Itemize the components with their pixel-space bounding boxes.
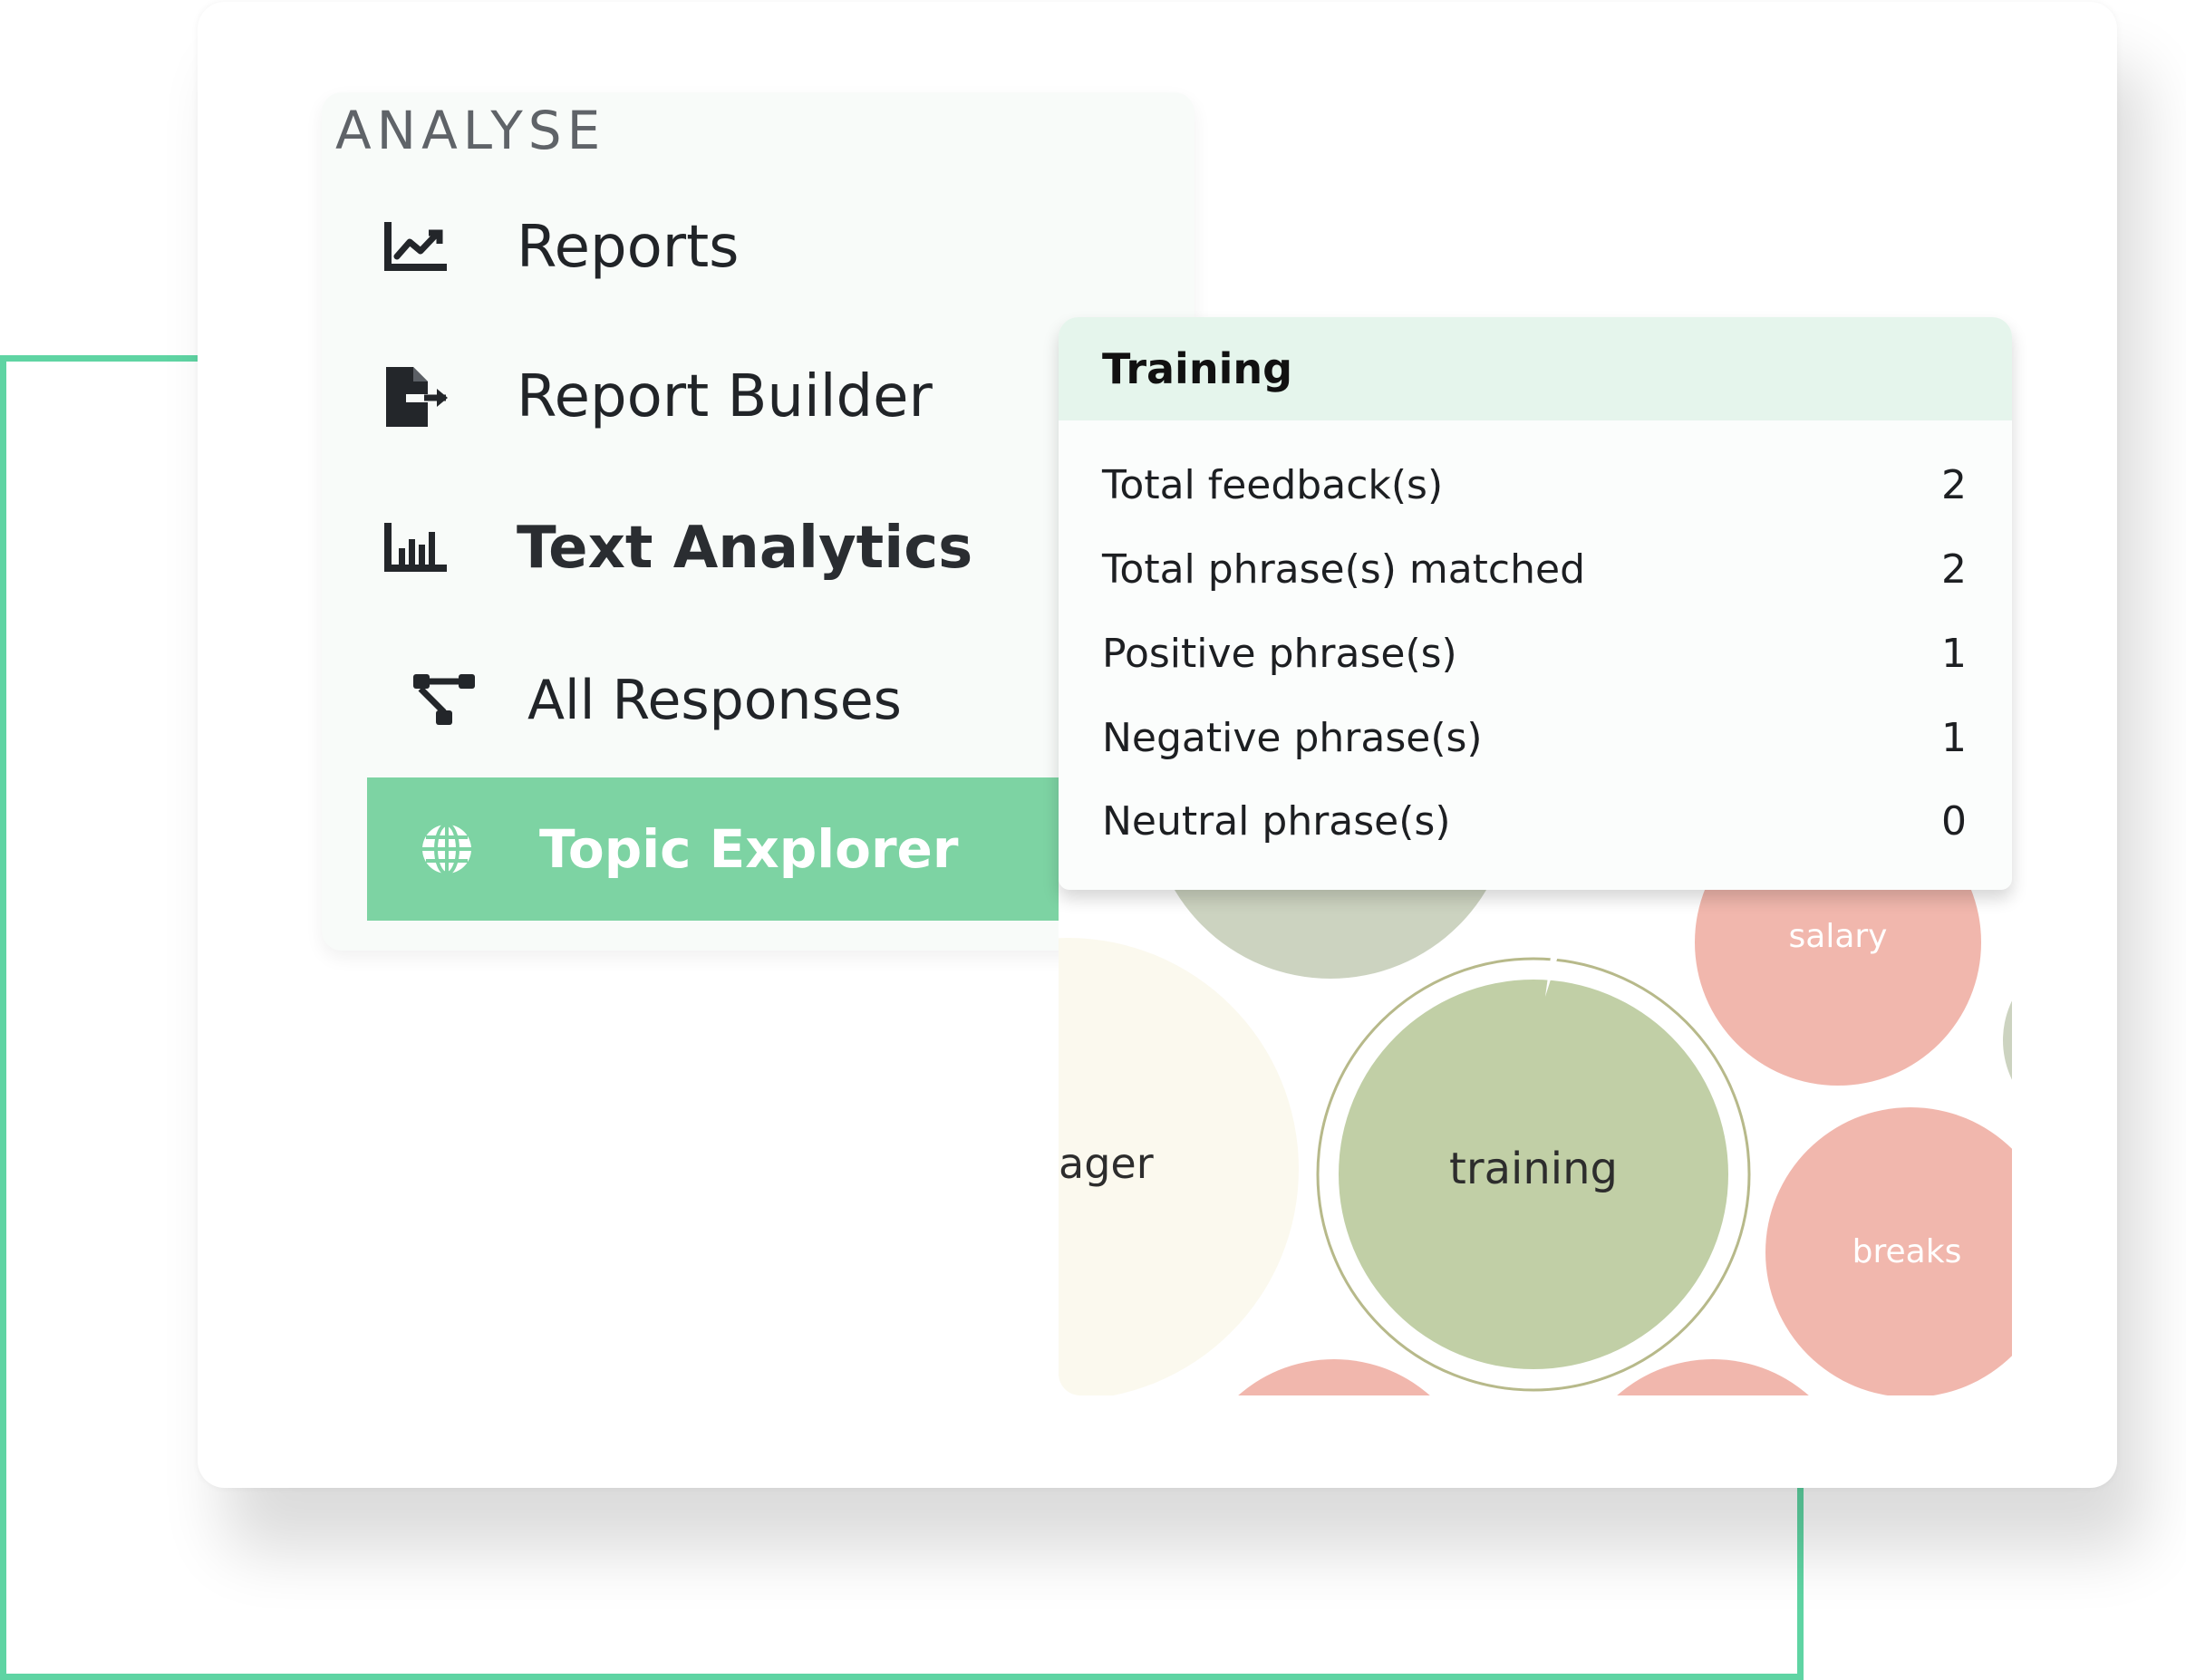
frame-line-bottom [0,1674,1804,1680]
menu-section-title: ANALYSE [335,100,606,161]
menu-item-text-analytics[interactable]: Text Analytics [379,512,972,584]
tooltip-row: Positive phrase(s) 1 [1102,617,1967,690]
topic-label-training: training [1449,1144,1618,1194]
tooltip-row-label: Positive phrase(s) [1102,630,1457,677]
menu-item-report-builder[interactable]: Report Builder [379,361,933,433]
tooltip-row: Negative phrase(s) 1 [1102,701,1967,774]
topic-label-breaks: breaks [1852,1233,1962,1270]
topic-label-salary: salary [1789,918,1888,955]
tooltip-row-label: Negative phrase(s) [1102,714,1483,761]
menu-item-label: Text Analytics [517,515,973,582]
menu-item-topic-explorer[interactable]: Topic Explorer [367,777,1060,921]
frame-line-left [0,355,6,1680]
menu-item-label: Topic Explorer [539,818,959,880]
menu-item-all-responses[interactable]: All Responses [408,664,902,737]
topic-bubble[interactable] [1695,870,1981,1086]
menu-item-label: Report Builder [517,363,933,430]
stage: ANALYSE Reports Report Builder Text Anal… [0,0,2186,1680]
tooltip-row-value: 1 [1941,630,1967,677]
topic-bubble-area: ager training salary breaks [1059,870,2012,1395]
tooltip-title: Training [1059,317,2012,420]
tooltip-row-value: 2 [1941,546,1967,593]
topic-bubble-chart: ager training salary breaks [1059,870,2012,1395]
tooltip-row: Total phrase(s) matched 2 [1102,533,1967,605]
tooltip-row: Total feedback(s) 2 [1102,449,1967,521]
menu-item-reports[interactable]: Reports [379,211,740,284]
line-chart-icon [379,211,451,284]
tooltip-row-label: Total phrase(s) matched [1102,546,1586,593]
tooltip-row-value: 1 [1941,714,1967,761]
tooltip-row-label: Total feedback(s) [1102,461,1444,508]
menu-item-label: Reports [517,214,740,281]
tooltip-row: Neutral phrase(s) 0 [1102,785,1967,857]
tooltip-row-value: 0 [1941,797,1967,845]
topic-label-ager: ager [1059,1139,1154,1188]
tooltip-row-label: Neutral phrase(s) [1102,797,1451,845]
topic-tooltip: Training Total feedback(s) 2 Total phras… [1059,317,2012,890]
tooltip-row-value: 2 [1941,461,1967,508]
globe-icon [411,813,483,885]
menu-item-label: All Responses [527,669,902,732]
file-export-icon [379,361,451,433]
topic-bubble[interactable] [2003,950,2012,1131]
bar-chart-icon [379,512,451,584]
hierarchy-icon [408,664,480,737]
